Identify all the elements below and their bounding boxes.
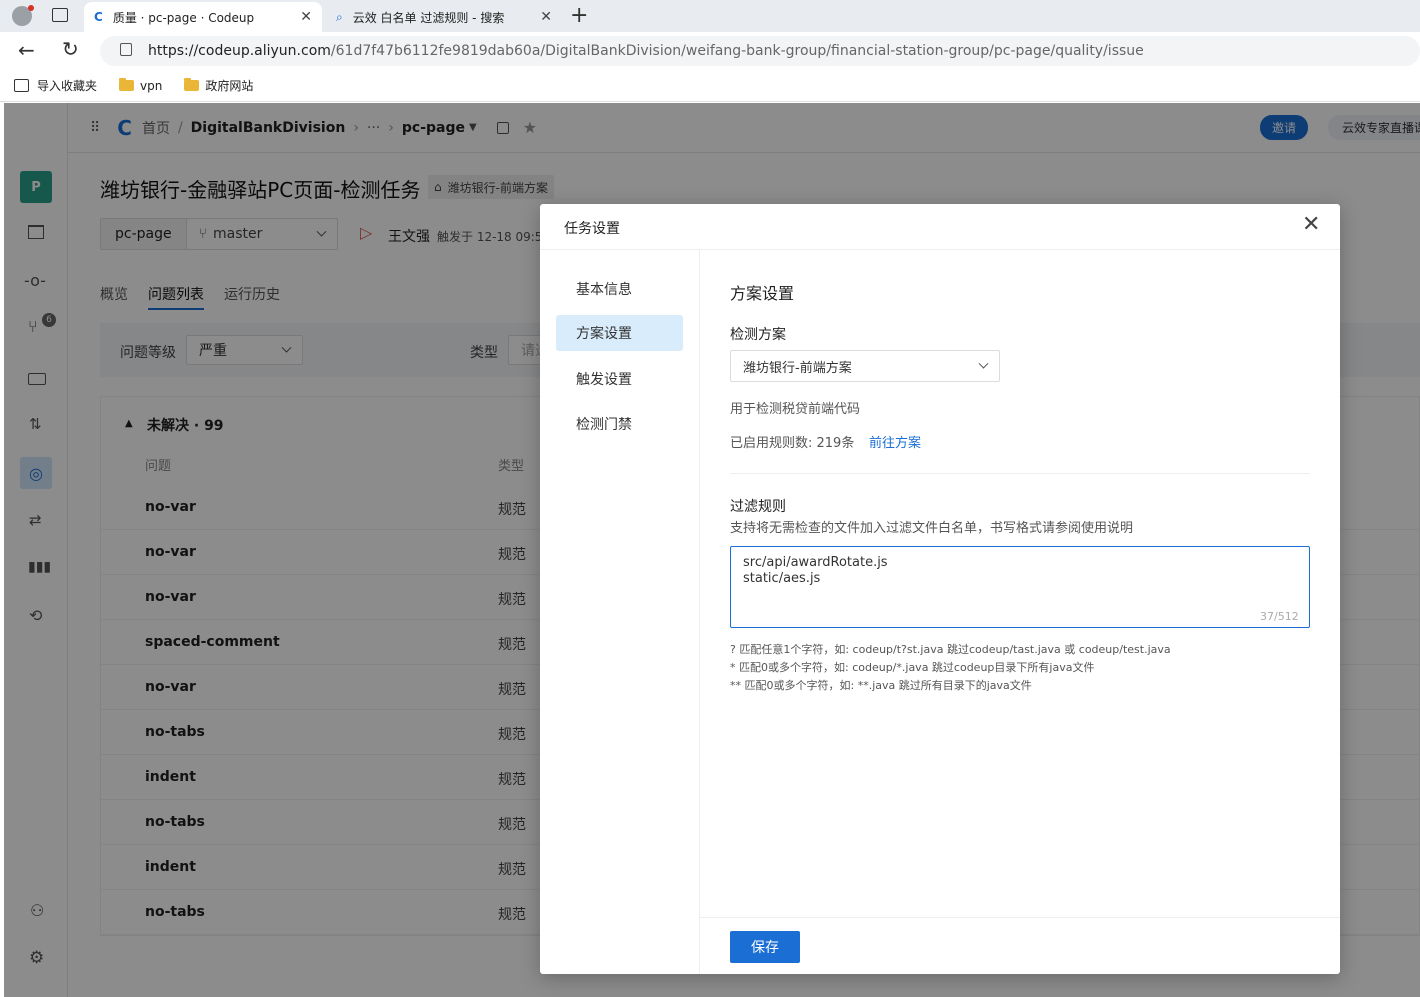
dialog-footer: 保存 xyxy=(700,917,1340,974)
scheme-description: 用于检测税贷前端代码 xyxy=(730,402,861,417)
close-tab-icon[interactable]: ✕ xyxy=(540,9,552,25)
bookmark-label: 导入收藏夹 xyxy=(37,79,98,93)
refresh-icon[interactable]: ↻ xyxy=(62,37,79,61)
back-icon[interactable]: ← xyxy=(18,38,35,62)
chevron-down-icon xyxy=(978,358,989,369)
folder-icon xyxy=(184,78,200,91)
tab-search[interactable]: ⌕ 云效 白名单 过滤规则 - 搜索 ✕ xyxy=(326,2,562,32)
lock-icon xyxy=(120,43,132,56)
rules-count: 已启用规则数: 219条 xyxy=(730,436,855,451)
tab-actions-icon[interactable] xyxy=(52,8,68,22)
url-host: https://codeup.aliyun.com xyxy=(148,43,331,59)
dialog-menu: 基本信息 方案设置 触发设置 检测门禁 xyxy=(540,250,700,974)
filter-description: 支持将无需检查的文件加入过滤文件白名单，书写格式请参阅使用说明 xyxy=(730,521,1134,536)
section-divider xyxy=(730,473,1310,474)
scheme-select[interactable]: 潍坊银行-前端方案 xyxy=(730,350,1000,382)
dialog-title: 任务设置 xyxy=(564,221,620,237)
tab-title: 质量 · pc-page · Codeup xyxy=(112,10,255,25)
bookmark-vpn[interactable]: vpn xyxy=(119,78,163,93)
save-button[interactable]: 保存 xyxy=(730,931,800,963)
hint-line: ? 匹配任意1个字符，如: codeup/t?st.java 跳过codeup/… xyxy=(730,643,1171,656)
notification-dot xyxy=(28,5,34,11)
codeup-favicon-icon: C xyxy=(94,10,103,24)
close-icon[interactable]: ✕ xyxy=(1302,212,1320,237)
menu-item-gate[interactable]: 检测门禁 xyxy=(556,406,683,442)
filter-title: 过滤规则 xyxy=(730,499,786,515)
menu-item-scheme[interactable]: 方案设置 xyxy=(556,315,683,351)
scheme-label: 检测方案 xyxy=(730,327,786,343)
bookmark-label: vpn xyxy=(140,78,163,93)
scheme-select-value: 潍坊银行-前端方案 xyxy=(743,360,852,376)
bookmarks-bar: 导入收藏夹 vpn 政府网站 xyxy=(0,70,1420,102)
folder-icon xyxy=(119,78,135,91)
task-settings-dialog: 任务设置 ✕ 基本信息 方案设置 触发设置 检测门禁 方案设置 检测方案 潍坊银… xyxy=(540,204,1340,974)
new-tab-icon[interactable]: + xyxy=(570,3,588,28)
import-icon xyxy=(14,79,29,92)
menu-item-trigger[interactable]: 触发设置 xyxy=(556,361,683,397)
bookmark-gov[interactable]: 政府网站 xyxy=(184,77,253,94)
bookmark-label: 政府网站 xyxy=(205,79,254,93)
filter-rules-textarea[interactable] xyxy=(730,546,1310,628)
section-title: 方案设置 xyxy=(730,284,795,303)
hint-line: * 匹配0或多个字符，如: codeup/*.java 跳过codeup目录下所… xyxy=(730,661,1095,674)
char-counter: 37/512 xyxy=(1260,610,1299,623)
menu-item-basic[interactable]: 基本信息 xyxy=(556,271,683,307)
search-favicon-icon: ⌕ xyxy=(336,9,343,24)
url-path: /61d7f47b6112fe9819dab60a/DigitalBankDiv… xyxy=(330,43,1144,59)
url-input[interactable]: https://codeup.aliyun.com/61d7f47b6112fe… xyxy=(100,36,1420,66)
dialog-header: 任务设置 ✕ xyxy=(540,204,1340,250)
tab-title: 云效 白名单 过滤规则 - 搜索 xyxy=(352,10,505,25)
browser-tab-bar: C 质量 · pc-page · Codeup ✕ ⌕ 云效 白名单 过滤规则 … xyxy=(0,0,1420,32)
close-tab-icon[interactable]: ✕ xyxy=(300,9,312,25)
tab-quality[interactable]: C 质量 · pc-page · Codeup ✕ xyxy=(84,2,322,32)
bookmark-import[interactable]: 导入收藏夹 xyxy=(14,77,97,94)
goto-scheme-link[interactable]: 前往方案 xyxy=(869,432,921,451)
hint-line: ** 匹配0或多个字符，如: **.java 跳过所有目录下的java文件 xyxy=(730,679,1032,692)
